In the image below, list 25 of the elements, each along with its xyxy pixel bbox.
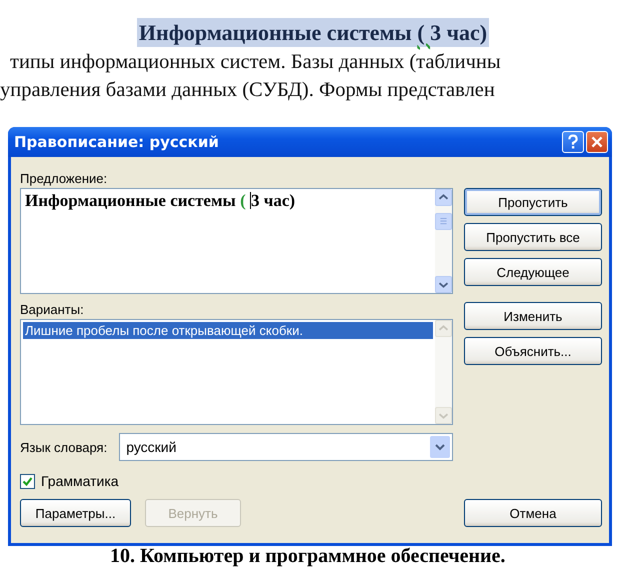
- grammar-checkbox[interactable]: [20, 474, 35, 488]
- suggestions-label: Варианты:: [20, 302, 85, 319]
- close-button[interactable]: [586, 131, 608, 153]
- document-heading: Информационные системы ( 3 час): [136, 18, 490, 47]
- suggestion-item[interactable]: Лишние пробелы после открывающей скобки.: [23, 322, 433, 339]
- scroll-up-icon[interactable]: [435, 189, 452, 206]
- dialog-button[interactable]: Объяснить...: [464, 337, 602, 365]
- document-text-line: типы информационных систем. Базы данных (табличны: [9, 51, 502, 74]
- dialog-button[interactable]: Пропустить: [464, 188, 602, 216]
- dialog-button[interactable]: Пропустить все: [464, 223, 602, 251]
- dialog-button[interactable]: Следующее: [464, 258, 602, 286]
- language-dropdown[interactable]: русский: [119, 433, 453, 461]
- dialog-title: Правописание: русский: [14, 133, 220, 151]
- dialog-button[interactable]: Изменить: [464, 302, 602, 330]
- scrollbar-thumb[interactable]: [435, 212, 452, 230]
- document-text-line: управления базами данных (СУБД). Формы представлен: [0, 79, 496, 102]
- sentence-field[interactable]: Информационные системы ( 3 час): [20, 188, 453, 294]
- document-heading: 10. Компьютер и программное обеспечение.: [109, 545, 506, 567]
- dialog-button[interactable]: Параметры...: [20, 499, 131, 527]
- language-label: Язык словаря:: [20, 440, 108, 454]
- sentence-label: Предложение:: [20, 171, 108, 188]
- grammar-label: Грамматика: [41, 473, 119, 489]
- help-button[interactable]: [562, 131, 584, 153]
- scroll-down-icon[interactable]: [435, 276, 452, 293]
- dialog-button[interactable]: Отмена: [464, 499, 602, 527]
